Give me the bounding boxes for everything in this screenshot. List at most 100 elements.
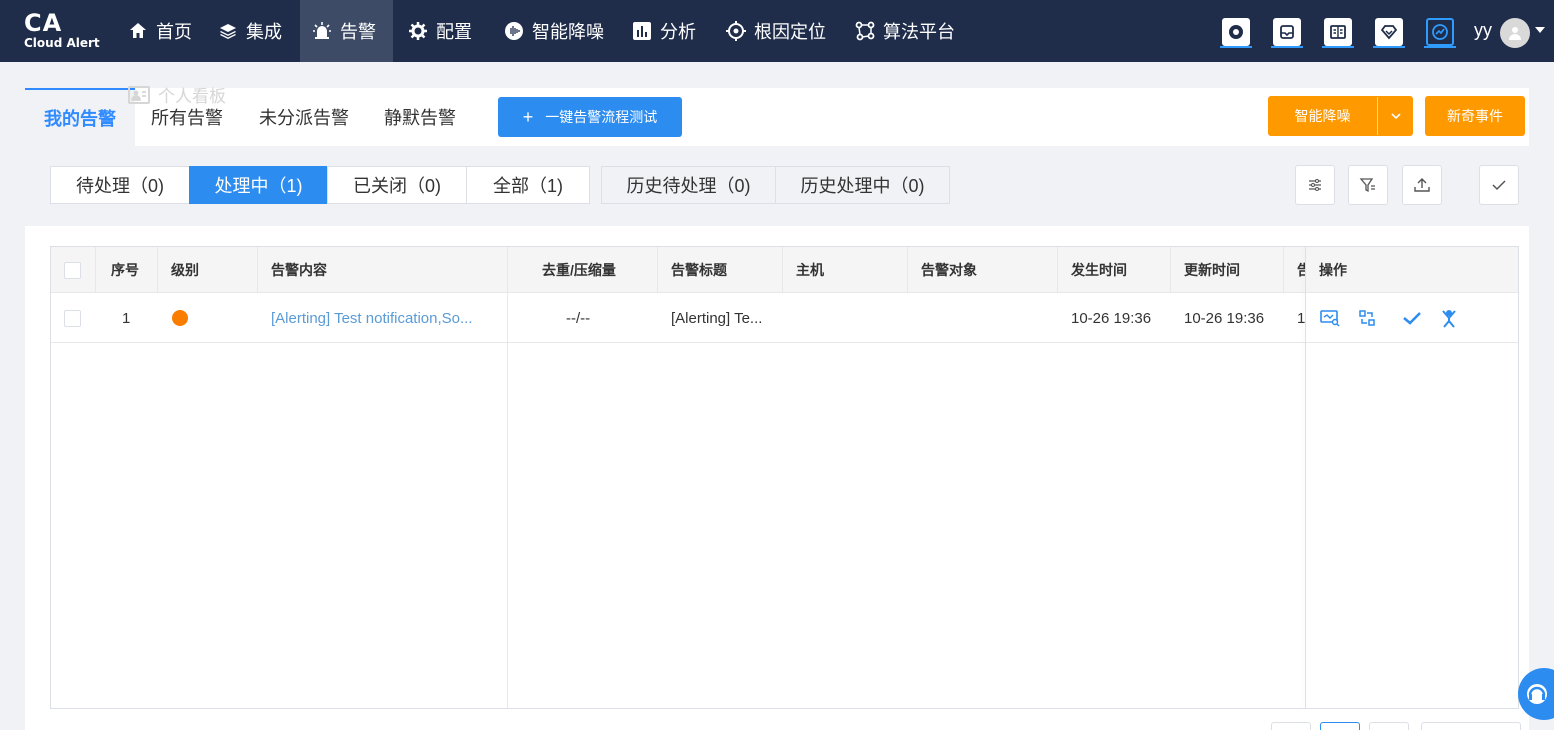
transfer-icon[interactable] — [1358, 309, 1376, 327]
support-icon — [1229, 25, 1243, 39]
col-actions: 操作 — [1319, 262, 1347, 278]
row-truncated: 1( — [1297, 309, 1306, 327]
logo[interactable]: CA Cloud Alert — [24, 10, 100, 50]
new-event-label: 新奇事件 — [1447, 108, 1503, 124]
check-icon[interactable] — [1402, 310, 1422, 326]
filter-pending-label: 待处理（0) — [75, 176, 164, 196]
sliders-icon — [1309, 179, 1321, 191]
row-index: 1 — [122, 309, 131, 327]
inbox-button[interactable] — [1271, 18, 1303, 48]
headset-icon — [1527, 684, 1547, 704]
nav-config[interactable]: 配置 — [396, 0, 484, 62]
row-actions — [1306, 293, 1518, 343]
batch-confirm-button[interactable] — [1479, 165, 1519, 205]
tab-my-alerts[interactable]: 我的告警 — [25, 88, 135, 146]
personal-board-label: 个人看板 — [158, 87, 226, 106]
row-checkbox[interactable] — [64, 309, 81, 327]
nav-alert[interactable]: 告警 — [300, 0, 393, 62]
col-title: 告警标题 — [658, 247, 783, 293]
support-button[interactable] — [1220, 18, 1252, 48]
row-dedup: --/-- — [566, 309, 591, 327]
filter-closed[interactable]: 已关闭（0) — [327, 166, 467, 204]
target-icon — [726, 21, 746, 41]
nav-config-label: 配置 — [436, 22, 472, 42]
row-content-link[interactable]: [Alerting] Test notification,So... — [258, 293, 508, 343]
chevron-down-icon — [1390, 113, 1401, 120]
table-row[interactable]: 1 [Alerting] Test notification,So... --/… — [51, 293, 1518, 343]
filter-all[interactable]: 全部（1) — [466, 166, 590, 204]
user-menu-caret-icon[interactable] — [1535, 27, 1545, 33]
algorithm-icon — [855, 21, 875, 41]
filter-pending[interactable]: 待处理（0) — [50, 166, 190, 204]
nav-denoise[interactable]: 智能降噪 — [492, 0, 616, 62]
status-filter-bar: 待处理（0) 处理中（1) 已关闭（0) 全部（1) 历史待处理（0) 历史处理… — [25, 146, 1529, 226]
inbox-icon — [1280, 25, 1294, 39]
tab-silent-alerts[interactable]: 静默告警 — [365, 88, 475, 146]
nav-analysis-label: 分析 — [660, 22, 696, 42]
row-title: [Alerting] Te... — [671, 309, 763, 327]
docs-button[interactable] — [1322, 18, 1354, 48]
chart-icon — [633, 22, 651, 40]
avatar[interactable] — [1500, 18, 1530, 48]
filter-processing-label: 处理中（1) — [214, 176, 303, 196]
new-event-button[interactable]: 新奇事件 — [1425, 96, 1525, 136]
home-icon — [130, 23, 146, 38]
row-host — [783, 293, 908, 343]
tab-my-alerts-label: 我的告警 — [44, 109, 116, 129]
filter-processing[interactable]: 处理中（1) — [189, 166, 328, 204]
user-name[interactable]: yy — [1474, 20, 1492, 41]
book-icon — [1330, 25, 1346, 39]
pager-prev[interactable] — [1271, 722, 1311, 730]
personal-board-ghost: 个人看板 — [128, 82, 226, 107]
dashboard-icon — [1432, 24, 1448, 40]
diamond-icon — [1380, 25, 1398, 40]
alert-table: 序号 级别 告警内容 去重/压缩量 告警标题 主机 告警对象 发生时间 更新时间… — [50, 246, 1519, 709]
nav-root-cause-label: 根因定位 — [754, 22, 826, 42]
flow-test-button[interactable]: + 一键告警流程测试 — [498, 97, 682, 137]
nav-integration-label: 集成 — [246, 22, 282, 42]
nav-home[interactable]: 首页 — [116, 0, 204, 62]
nav-analysis[interactable]: 分析 — [620, 0, 708, 62]
view-detail-icon[interactable] — [1320, 309, 1340, 327]
pager-current[interactable] — [1320, 722, 1360, 730]
check-icon — [1492, 180, 1506, 191]
escalate-person-icon[interactable] — [1440, 308, 1458, 328]
smart-denoise-label: 智能降噪 — [1294, 108, 1351, 124]
column-settings-button[interactable] — [1295, 165, 1335, 205]
col-host: 主机 — [783, 247, 908, 293]
row-level — [158, 293, 258, 343]
top-nav: CA Cloud Alert 首页 集成 告警 配置 智能降噪 分析 根因定位 … — [0, 0, 1554, 62]
noise-icon — [505, 22, 523, 40]
filter-icon — [1359, 178, 1375, 193]
col-object: 告警对象 — [908, 247, 1058, 293]
logo-title: CA — [24, 9, 63, 37]
dashboard-button[interactable] — [1424, 18, 1456, 48]
vip-button[interactable] — [1373, 18, 1405, 48]
user-icon — [1509, 27, 1521, 40]
tab-unassigned-alerts[interactable]: 未分派告警 — [240, 88, 368, 146]
gear-icon — [409, 22, 427, 40]
col-content: 告警内容 — [258, 247, 508, 293]
logo-subtitle: Cloud Alert — [24, 36, 100, 50]
export-button[interactable] — [1402, 165, 1442, 205]
advanced-filter-button[interactable] — [1348, 165, 1388, 205]
select-all-checkbox[interactable] — [64, 261, 81, 279]
nav-algorithm[interactable]: 算法平台 — [843, 0, 967, 62]
nav-alert-label: 告警 — [340, 22, 376, 42]
nav-integration[interactable]: 集成 — [206, 0, 294, 62]
filter-history-processing[interactable]: 历史处理中（0) — [775, 166, 950, 204]
nav-root-cause[interactable]: 根因定位 — [714, 0, 838, 62]
select-all-cell — [51, 247, 96, 293]
tab-all-alerts-label: 所有告警 — [151, 108, 223, 128]
filter-history-pending[interactable]: 历史待处理（0) — [601, 166, 776, 204]
upload-icon — [1414, 178, 1430, 192]
plus-icon: + — [522, 106, 534, 127]
layers-icon — [220, 24, 236, 39]
pager-next[interactable] — [1369, 722, 1409, 730]
alarm-icon — [313, 22, 331, 39]
smart-denoise-dropdown[interactable] — [1377, 97, 1413, 135]
board-icon — [128, 85, 150, 104]
nav-algorithm-label: 算法平台 — [883, 22, 955, 42]
col-update-time: 更新时间 — [1171, 247, 1284, 293]
pager-size-select[interactable] — [1421, 722, 1521, 730]
